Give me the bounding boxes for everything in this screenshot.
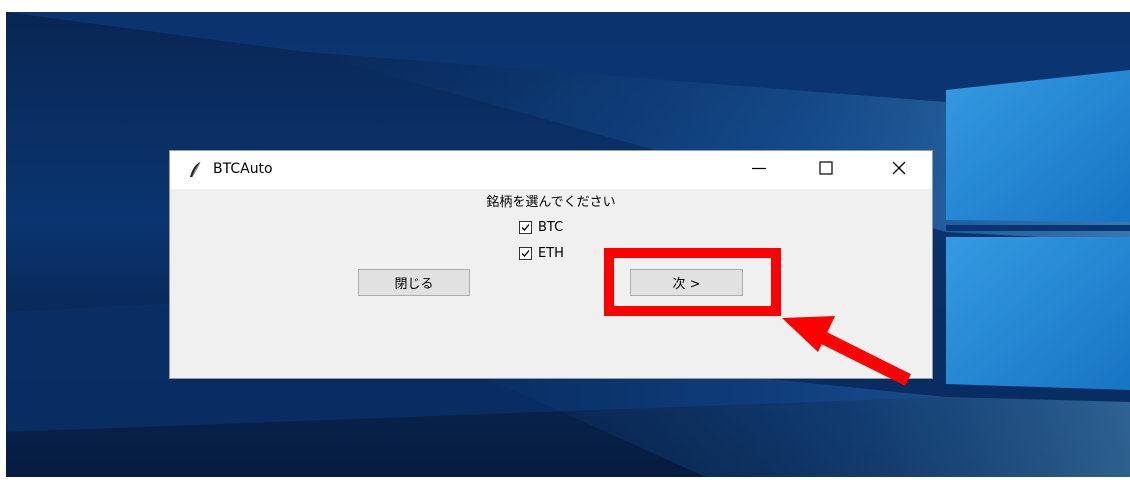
screen: BTCAuto 銘柄を選んでください BTC ETH 閉じる 次 > xyxy=(0,0,1130,485)
annotation-arrow-icon xyxy=(782,316,911,386)
